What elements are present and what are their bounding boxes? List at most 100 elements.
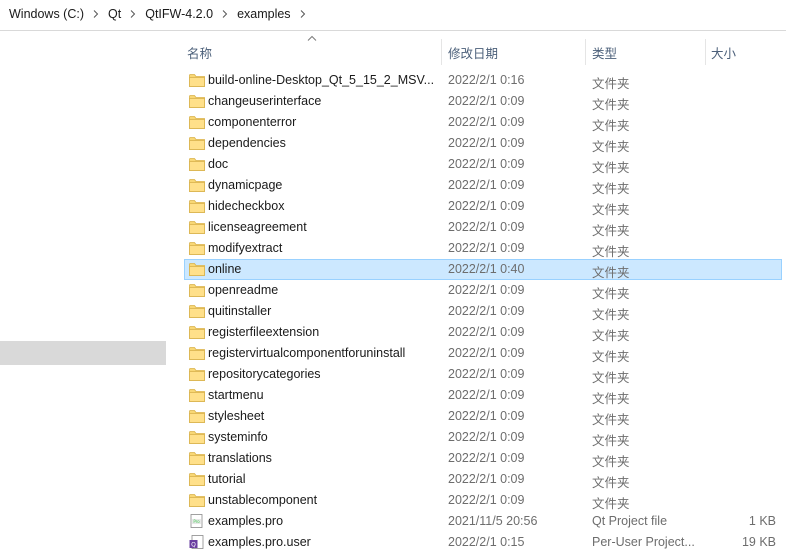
breadcrumb-item-examples[interactable]: examples <box>236 7 292 21</box>
folder-icon <box>189 73 205 87</box>
folder-icon <box>189 241 205 255</box>
column-header-size[interactable]: 大小 <box>711 43 736 62</box>
file-name: modifyextract <box>208 241 283 255</box>
file-name: doc <box>208 157 229 171</box>
svg-text:Q: Q <box>191 542 196 549</box>
file-row[interactable]: modifyextract 2022/2/1 0:09 文件夹 <box>184 238 782 259</box>
column-divider[interactable] <box>441 39 442 65</box>
column-header-date[interactable]: 修改日期 <box>448 43 498 62</box>
file-row[interactable]: Qexamples.pro.user 2022/2/1 0:15 Per-User … <box>184 532 782 553</box>
column-divider[interactable] <box>585 39 586 65</box>
file-type: 文件夹 <box>592 224 630 238</box>
folder-icon <box>189 451 205 465</box>
navigation-pane[interactable] <box>0 31 168 557</box>
file-type: 文件夹 <box>592 308 630 322</box>
file-row[interactable]: licenseagreement 2022/2/1 0:09 文件夹 <box>184 217 782 238</box>
folder-icon <box>189 346 205 360</box>
file-row[interactable]: registerfileextension 2022/2/1 0:09 文件夹 <box>184 322 782 343</box>
file-row[interactable]: registervirtualcomponentforuninstall 2022… <box>184 343 782 364</box>
file-type: 文件夹 <box>592 329 630 343</box>
file-row[interactable]: openreadme 2022/2/1 0:09 文件夹 <box>184 280 782 301</box>
folder-icon <box>189 409 205 423</box>
folder-icon <box>189 304 205 318</box>
qt-creator-user-file-icon: Q <box>189 535 205 549</box>
file-row[interactable]: componenterror 2022/2/1 0:09 文件夹 <box>184 112 782 133</box>
file-date: 2022/2/1 0:09 <box>448 472 525 486</box>
folder-icon <box>189 472 205 486</box>
address-bar[interactable]: Windows (C:) Qt QtIFW-4.2.0 examples <box>0 0 786 31</box>
file-name: build-online-Desktop_Qt_5_15_2_MSV... <box>208 73 435 87</box>
file-type: 文件夹 <box>592 371 630 385</box>
file-size: 19 KB <box>741 535 776 549</box>
file-name: licenseagreement <box>208 220 307 234</box>
file-type: 文件夹 <box>592 287 630 301</box>
breadcrumb: Windows (C:) Qt QtIFW-4.2.0 examples <box>8 7 314 21</box>
file-type: 文件夹 <box>592 266 630 280</box>
column-divider[interactable] <box>705 39 706 65</box>
file-name: unstablecomponent <box>208 493 318 507</box>
file-row[interactable]: unstablecomponent 2022/2/1 0:09 文件夹 <box>184 490 782 511</box>
file-row[interactable]: tutorial 2022/2/1 0:09 文件夹 <box>184 469 782 490</box>
file-date: 2022/2/1 0:09 <box>448 367 525 381</box>
file-row[interactable]: changeuserinterface 2022/2/1 0:09 文件夹 <box>184 91 782 112</box>
file-date: 2022/2/1 0:09 <box>448 451 525 465</box>
file-date: 2022/2/1 0:09 <box>448 430 525 444</box>
file-date: 2022/2/1 0:09 <box>448 178 525 192</box>
column-header-name[interactable]: 名称 <box>187 43 212 62</box>
file-type: 文件夹 <box>592 350 630 364</box>
breadcrumb-item-qtifw[interactable]: QtIFW-4.2.0 <box>144 7 214 21</box>
file-row[interactable]: hidecheckbox 2022/2/1 0:09 文件夹 <box>184 196 782 217</box>
file-name: examples.pro.user <box>208 535 311 549</box>
folder-icon <box>189 94 205 108</box>
file-name: quitinstaller <box>208 304 272 318</box>
file-row[interactable]: dependencies 2022/2/1 0:09 文件夹 <box>184 133 782 154</box>
file-name: componenterror <box>208 115 297 129</box>
file-row[interactable]: startmenu 2022/2/1 0:09 文件夹 <box>184 385 782 406</box>
file-name: online <box>208 262 242 276</box>
file-type: 文件夹 <box>592 77 630 91</box>
folder-icon <box>189 157 205 171</box>
column-header-type[interactable]: 类型 <box>592 43 617 62</box>
folder-icon <box>189 199 205 213</box>
folder-icon <box>189 430 205 444</box>
breadcrumb-item-drive[interactable]: Windows (C:) <box>8 7 85 21</box>
folder-icon <box>189 325 205 339</box>
chevron-right-icon[interactable] <box>122 8 144 20</box>
file-row[interactable]: Pro examples.pro 2021/11/5 20:56 Qt Project… <box>184 511 782 532</box>
nav-selected-item[interactable] <box>0 341 166 365</box>
file-name: dependencies <box>208 136 286 150</box>
file-row[interactable]: doc 2022/2/1 0:09 文件夹 <box>184 154 782 175</box>
breadcrumb-item-qt[interactable]: Qt <box>107 7 122 21</box>
file-date: 2022/2/1 0:15 <box>448 535 525 549</box>
file-row[interactable]: stylesheet 2022/2/1 0:09 文件夹 <box>184 406 782 427</box>
folder-icon <box>189 388 205 402</box>
file-date: 2022/2/1 0:09 <box>448 220 525 234</box>
folder-icon <box>189 220 205 234</box>
file-date: 2022/2/1 0:09 <box>448 409 525 423</box>
file-type: 文件夹 <box>592 98 630 112</box>
file-type: 文件夹 <box>592 392 630 406</box>
chevron-right-icon[interactable] <box>292 8 314 20</box>
file-type: 文件夹 <box>592 413 630 427</box>
file-row[interactable]: repositorycategories 2022/2/1 0:09 文件夹 <box>184 364 782 385</box>
file-row[interactable]: build-online-Desktop_Qt_5_15_2_MSV... 202… <box>184 70 782 91</box>
file-date: 2022/2/1 0:09 <box>448 241 525 255</box>
folder-icon <box>189 136 205 150</box>
file-row[interactable]: online 2022/2/1 0:40 文件夹 <box>184 259 782 280</box>
file-type: 文件夹 <box>592 140 630 154</box>
file-row[interactable]: systeminfo 2022/2/1 0:09 文件夹 <box>184 427 782 448</box>
folder-icon <box>189 367 205 381</box>
column-header-bar: 名称 修改日期 类型 大小 <box>168 31 786 69</box>
file-row[interactable]: dynamicpage 2022/2/1 0:09 文件夹 <box>184 175 782 196</box>
file-date: 2021/11/5 20:56 <box>448 514 538 528</box>
chevron-right-icon[interactable] <box>214 8 236 20</box>
file-row[interactable]: translations 2022/2/1 0:09 文件夹 <box>184 448 782 469</box>
file-name: repositorycategories <box>208 367 321 381</box>
folder-icon <box>189 178 205 192</box>
file-date: 2022/2/1 0:09 <box>448 199 525 213</box>
file-name: dynamicpage <box>208 178 283 192</box>
file-row[interactable]: quitinstaller 2022/2/1 0:09 文件夹 <box>184 301 782 322</box>
file-date: 2022/2/1 0:09 <box>448 157 525 171</box>
svg-text:Pro: Pro <box>193 519 200 524</box>
chevron-right-icon[interactable] <box>85 8 107 20</box>
